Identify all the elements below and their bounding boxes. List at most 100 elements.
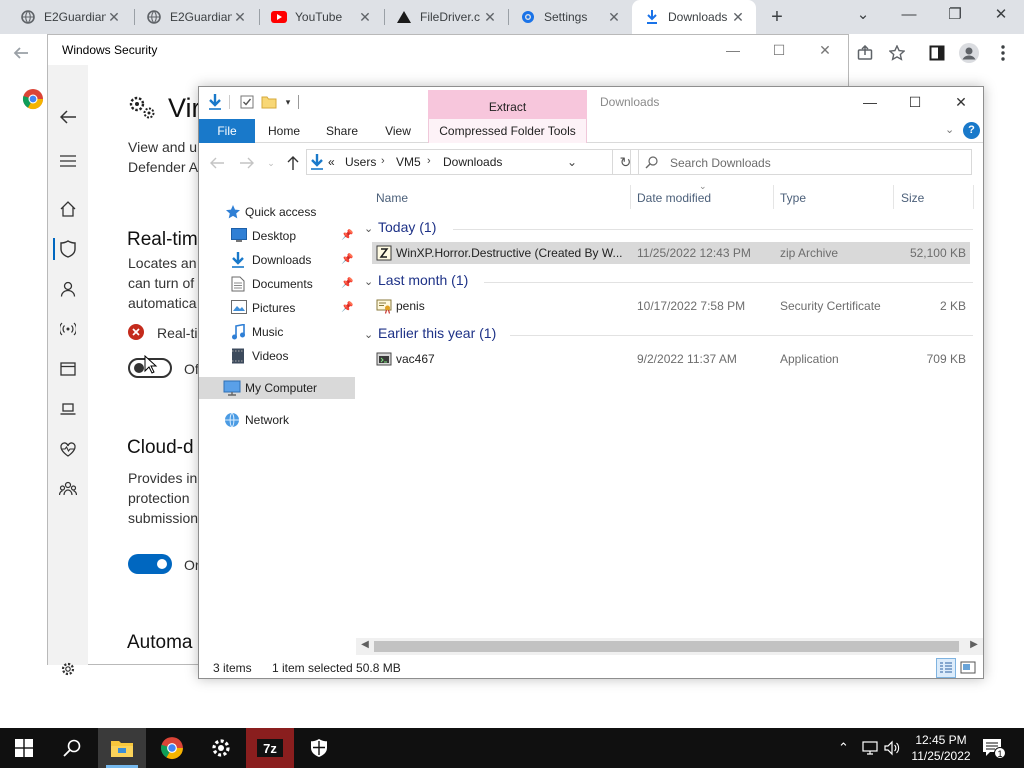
customize-qat-chevron-icon[interactable]: ▾ xyxy=(279,93,297,111)
search-icon[interactable] xyxy=(48,728,96,768)
app-browser-icon[interactable] xyxy=(56,357,80,381)
network-antenna-icon[interactable] xyxy=(56,317,80,341)
file-row[interactable]: vac467 9/2/2022 11:37 AM Application 709… xyxy=(372,348,970,370)
nav-item-my-computer[interactable]: My Computer xyxy=(199,377,355,399)
new-folder-icon[interactable] xyxy=(260,93,278,111)
browser-tab[interactable]: YouTube ✕ xyxy=(259,0,383,34)
profile-avatar-icon[interactable] xyxy=(956,40,982,66)
close-icon[interactable]: ✕ xyxy=(357,9,373,26)
nav-item-videos[interactable]: Videos xyxy=(199,345,355,367)
close-icon[interactable]: ✕ xyxy=(730,9,746,26)
close-icon[interactable]: ✕ xyxy=(232,9,248,26)
close-icon[interactable]: ✕ xyxy=(106,9,122,26)
nav-quick-access[interactable]: Quick access xyxy=(199,201,355,223)
chrome-icon[interactable] xyxy=(148,728,196,768)
minimize-button[interactable]: — xyxy=(886,0,932,32)
tab-compressed-folder-tools[interactable]: Compressed Folder Tools xyxy=(428,119,587,143)
notification-center-icon[interactable]: 1 xyxy=(982,738,1006,760)
volume-icon[interactable] xyxy=(884,740,900,756)
close-window-button[interactable]: ✕ xyxy=(978,0,1024,32)
breadcrumb-overflow[interactable]: « xyxy=(328,155,335,169)
bookmark-star-icon[interactable] xyxy=(884,40,910,66)
group-header[interactable]: ⌄ Last month (1) xyxy=(364,272,468,288)
family-icon[interactable] xyxy=(56,477,80,501)
up-arrow-icon[interactable] xyxy=(283,153,303,173)
group-header[interactable]: ⌄ Earlier this year (1) xyxy=(364,325,496,341)
close-icon[interactable]: ✕ xyxy=(606,9,622,26)
tab-view[interactable]: View xyxy=(375,119,421,143)
clock[interactable]: 12:45 PM 11/25/2022 xyxy=(902,732,980,764)
pin-icon[interactable]: 📌 xyxy=(341,278,353,289)
horizontal-scrollbar[interactable]: ◀ ▶ xyxy=(356,638,983,655)
shield-icon[interactable] xyxy=(56,237,80,261)
nav-item-documents[interactable]: Documents 📌 xyxy=(199,273,355,295)
7zip-icon[interactable]: 7z xyxy=(246,728,294,768)
pin-icon[interactable]: 📌 xyxy=(341,254,353,265)
group-header[interactable]: ⌄ Today (1) xyxy=(364,219,436,235)
large-icons-view-button[interactable] xyxy=(958,658,978,678)
search-box[interactable]: Search Downloads xyxy=(630,149,972,175)
nav-item-music[interactable]: Music xyxy=(199,321,355,343)
nav-item-desktop[interactable]: Desktop 📌 xyxy=(199,225,355,247)
browser-tab[interactable]: E2Guardian ✕ xyxy=(8,0,132,34)
column-separator[interactable] xyxy=(973,185,974,209)
chevron-up-icon[interactable]: ⌃ xyxy=(838,740,849,756)
nav-item-pictures[interactable]: Pictures 📌 xyxy=(199,297,355,319)
browser-tab-active[interactable]: Downloads ✕ xyxy=(632,0,756,34)
tab-share[interactable]: Share xyxy=(319,119,365,143)
breadcrumb-separator[interactable]: › xyxy=(381,155,385,167)
tab-file[interactable]: File xyxy=(199,119,255,143)
network-tray-icon[interactable] xyxy=(862,740,880,756)
tab-home[interactable]: Home xyxy=(261,119,307,143)
laptop-icon[interactable] xyxy=(56,397,80,421)
back-arrow-icon[interactable] xyxy=(56,105,80,129)
more-options-icon[interactable] xyxy=(990,40,1016,66)
browser-tab[interactable]: Settings ✕ xyxy=(508,0,632,34)
scroll-right-arrow-icon[interactable]: ▶ xyxy=(966,639,982,650)
column-header-size[interactable]: Size xyxy=(901,191,924,205)
windows-security-icon[interactable] xyxy=(295,728,343,768)
home-icon[interactable] xyxy=(56,197,80,221)
close-window-button[interactable]: ✕ xyxy=(802,35,848,65)
column-header-name[interactable]: Name xyxy=(376,191,408,205)
start-icon[interactable] xyxy=(0,728,48,768)
help-icon[interactable]: ? xyxy=(963,122,980,139)
share-icon[interactable] xyxy=(852,40,878,66)
health-heart-icon[interactable] xyxy=(56,437,80,461)
side-panel-icon[interactable] xyxy=(924,40,950,66)
scroll-left-arrow-icon[interactable]: ◀ xyxy=(357,639,373,650)
breadcrumb-vm5[interactable]: VM5 xyxy=(396,155,421,169)
close-window-button[interactable]: ✕ xyxy=(938,87,984,117)
minimize-button[interactable]: — xyxy=(710,35,756,65)
file-row[interactable]: penis 10/17/2022 7:58 PM Security Certif… xyxy=(372,295,970,317)
pin-icon[interactable]: 📌 xyxy=(341,302,353,313)
column-header-type[interactable]: Type xyxy=(780,191,806,205)
back-arrow-icon[interactable] xyxy=(207,153,227,173)
nav-item-network[interactable]: Network xyxy=(199,409,355,431)
recent-locations-chevron-icon[interactable]: ⌄ xyxy=(261,153,281,173)
column-separator[interactable] xyxy=(630,185,631,209)
file-row[interactable]: WinXP.Horror.Destructive (Created By W..… xyxy=(372,242,970,264)
properties-checkmark-icon[interactable] xyxy=(238,93,256,111)
browser-tab[interactable]: E2Guardian ✕ xyxy=(134,0,258,34)
hamburger-menu-icon[interactable] xyxy=(56,149,80,173)
browser-tab[interactable]: FileDriver.c ✕ xyxy=(384,0,508,34)
maximize-button[interactable]: ☐ xyxy=(892,87,938,117)
scrollbar-thumb[interactable] xyxy=(374,641,959,652)
close-icon[interactable]: ✕ xyxy=(482,9,498,26)
column-separator[interactable] xyxy=(773,185,774,209)
new-tab-button[interactable]: + xyxy=(766,6,788,28)
expand-ribbon-chevron-icon[interactable]: ⌄ xyxy=(945,123,954,136)
restore-button[interactable]: ❐ xyxy=(932,0,978,32)
chevron-down-icon[interactable]: ⌄ xyxy=(840,0,886,32)
settings-gear-icon[interactable] xyxy=(56,657,80,681)
minimize-button[interactable]: — xyxy=(847,87,893,117)
column-header-date[interactable]: Date modified xyxy=(637,191,711,205)
pin-icon[interactable]: 📌 xyxy=(341,230,353,241)
settings-icon[interactable] xyxy=(197,728,245,768)
file-explorer-icon[interactable] xyxy=(98,728,146,768)
forward-arrow-icon[interactable] xyxy=(237,153,257,173)
cloud-protection-toggle[interactable] xyxy=(128,554,172,574)
column-separator[interactable] xyxy=(893,185,894,209)
download-arrow-icon[interactable] xyxy=(206,93,224,111)
